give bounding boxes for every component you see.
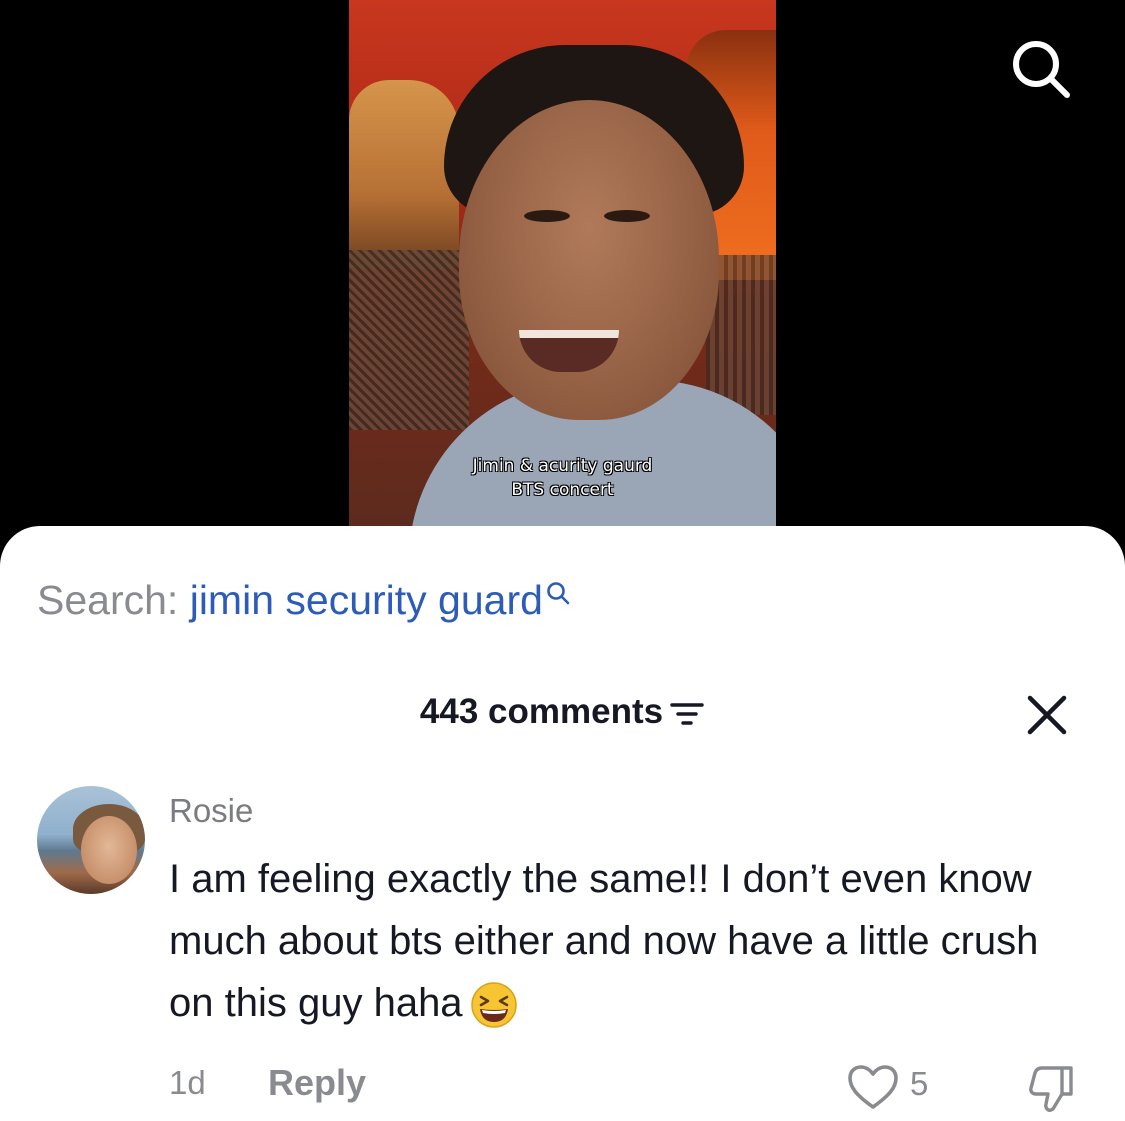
video-person-eye-left — [524, 210, 570, 222]
related-search-term[interactable]: jimin security guard — [190, 577, 543, 623]
video-person-eye-right — [604, 210, 650, 222]
comment-username[interactable]: Rosie — [169, 792, 253, 830]
search-icon[interactable] — [1010, 38, 1072, 100]
filter-icon[interactable] — [669, 699, 705, 729]
like-count: 5 — [910, 1065, 929, 1102]
close-icon[interactable] — [1024, 692, 1070, 738]
comments-count: 443 comments — [419, 692, 664, 731]
reply-button[interactable]: Reply — [268, 1062, 366, 1104]
related-search-label: Search: — [37, 577, 179, 623]
video-person-face — [459, 100, 719, 420]
video-caption-line2: BTS concert — [511, 480, 614, 500]
avatar-face — [81, 816, 137, 884]
laughing-face-icon — [470, 982, 517, 1029]
comment-body: I am feeling exactly the same!! I don’t … — [169, 848, 1089, 1034]
avatar[interactable] — [37, 786, 145, 894]
app-root: Jimin & acurity gaurd BTS concert Search… — [0, 0, 1125, 1121]
comments-sheet: Search: jimin security guard 443 comment… — [0, 526, 1125, 1121]
comments-header: 443 comments — [0, 692, 1125, 732]
heart-icon[interactable] — [846, 1063, 900, 1111]
video-player[interactable]: Jimin & acurity gaurd BTS concert — [349, 0, 776, 540]
comment-time: 1d — [169, 1064, 206, 1101]
comment-text: I am feeling exactly the same!! I don’t … — [169, 857, 1039, 1025]
video-background-person-left — [349, 80, 459, 270]
inline-search-icon — [547, 582, 570, 605]
thumbs-down-icon[interactable] — [1024, 1060, 1080, 1116]
video-railing-left — [349, 250, 469, 430]
video-caption-line1: Jimin & acurity gaurd — [472, 456, 653, 476]
related-search-link[interactable]: Search: jimin security guard — [37, 576, 571, 624]
